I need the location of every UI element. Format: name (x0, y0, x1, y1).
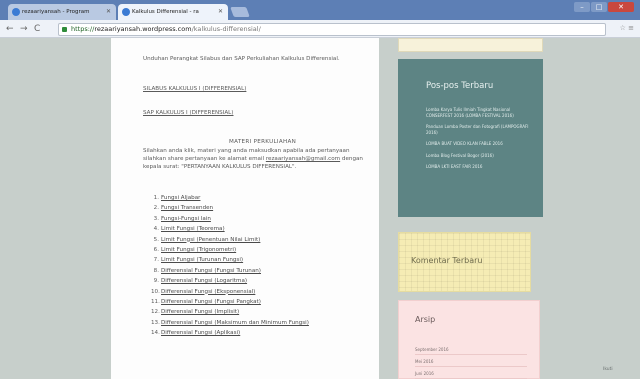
topic-link[interactable]: Limit Fungsi (Penentuan Nilai Limit) (161, 237, 260, 243)
back-arrow-icon[interactable]: ← (6, 23, 14, 35)
url-path: /kalkulus-differensial/ (191, 25, 261, 33)
list-item: 11.Differensial Fungsi (Fungsi Pangkat) (151, 298, 309, 308)
item-number: 9. (153, 278, 159, 285)
list-item: 2. Fungsi Transenden (151, 204, 309, 214)
email-link[interactable]: rezaariyansah@gmail.com (266, 156, 340, 162)
recent-post-link[interactable]: Lomba Blog Festival Bogor (2016) (426, 153, 536, 159)
browser-tab-1[interactable]: rezaariyansah - Program ✕ (8, 4, 116, 20)
item-number: 2. (153, 205, 159, 212)
list-item: 1. Fungsi Aljabar (151, 194, 309, 204)
tab-title: rezaariyansah - Program (22, 9, 90, 15)
list-item: 7. Limit Fungsi (Turunan Fungsi) (151, 256, 309, 266)
topic-link[interactable]: Differensial Fungsi (Implisit) (161, 309, 239, 315)
recent-posts-title: Pos-pos Terbaru (426, 81, 494, 91)
item-number: 4. (153, 226, 159, 233)
list-item: 8. Differensial Fungsi (Fungsi Turunan) (151, 267, 309, 277)
list-item: 13.Differensial Fungsi (Maksimum dan Min… (151, 319, 309, 329)
recent-post-link[interactable]: LOMBA BUAT VIDEO KLAN FABLE 2016 (426, 141, 536, 147)
wordpress-favicon-icon (122, 8, 130, 16)
archive-widget: Arsip September 2016 Mei 2016 Juni 2016 (398, 300, 540, 379)
article-content: Unduhan Perangkat Silabus dan SAP Perkul… (111, 38, 379, 379)
topic-link[interactable]: Fungsi-Fungsi lain (161, 216, 211, 222)
sap-link[interactable]: SAP KALKULUS I (DIFFERENSIAL) (143, 109, 234, 117)
minimize-button[interactable]: – (574, 2, 590, 12)
intro-text: Unduhan Perangkat Silabus dan SAP Perkul… (143, 56, 340, 62)
browser-tab-strip: rezaariyansah - Program ✕ Kalkulus Diffe… (0, 0, 640, 20)
bookmark-star-icon[interactable]: ☆ ≡ (620, 24, 634, 32)
topic-link[interactable]: Fungsi Aljabar (161, 195, 200, 201)
list-item: 12.Differensial Fungsi (Implisit) (151, 308, 309, 318)
topic-link[interactable]: Limit Fungsi (Teorema) (161, 226, 225, 232)
list-item: 9. Differensial Fungsi (Logaritma) (151, 277, 309, 287)
item-number: 3. (153, 215, 159, 222)
topic-link[interactable]: Differensial Fungsi (Fungsi Pangkat) (161, 299, 261, 305)
address-bar[interactable]: https://rezaariyansah.wordpress.com/kalk… (58, 23, 606, 36)
sidebar-widget-top (398, 38, 543, 52)
topic-link[interactable]: Differensial Fungsi (Aplikasi) (161, 330, 240, 336)
forward-arrow-icon[interactable]: → (20, 23, 28, 35)
item-number: 5. (153, 236, 159, 243)
recent-posts-list: Lomba Karya Tulis Ilmiah Tingkat Nasiona… (426, 107, 536, 176)
reload-icon[interactable]: C (34, 23, 40, 35)
recent-post-link[interactable]: Lomba Karya Tulis Ilmiah Tingkat Nasiona… (426, 107, 536, 118)
follow-button[interactable]: Ikuti (603, 367, 613, 372)
item-number: 11. (151, 298, 160, 305)
list-item: 14.Differensial Fungsi (Aplikasi) (151, 329, 309, 339)
url-host: rezaariyansah.wordpress.com (94, 25, 192, 33)
topic-link[interactable]: Limit Fungsi (Turunan Fungsi) (161, 257, 243, 263)
list-item: 5. Limit Fungsi (Penentuan Nilai Limit) (151, 236, 309, 246)
item-number: 7. (153, 257, 159, 264)
lock-icon (62, 27, 67, 32)
archive-link[interactable]: Juni 2016 (415, 371, 527, 379)
list-item: 4. Limit Fungsi (Teorema) (151, 225, 309, 235)
recent-posts-widget: Pos-pos Terbaru Lomba Karya Tulis Ilmiah… (398, 59, 543, 217)
url-scheme: https:// (71, 25, 95, 33)
topic-link[interactable]: Differensial Fungsi (Maksimum dan Minimu… (161, 320, 309, 326)
new-tab-button[interactable] (230, 7, 250, 17)
maximize-button[interactable]: □ (591, 2, 607, 12)
close-icon[interactable]: ✕ (218, 4, 223, 20)
archive-title: Arsip (415, 315, 436, 324)
item-number: 13. (151, 319, 160, 326)
wordpress-favicon-icon (12, 8, 20, 16)
browser-toolbar: ← → C https://rezaariyansah.wordpress.co… (0, 20, 640, 38)
tab-title: Kalkulus Differensial - ra (132, 9, 199, 15)
close-window-button[interactable]: ✕ (608, 2, 634, 12)
topic-link[interactable]: Differensial Fungsi (Logaritma) (161, 278, 247, 284)
item-number: 10. (151, 288, 160, 295)
topic-link[interactable]: Differensial Fungsi (Eksponensial) (161, 289, 255, 295)
follow-label: Ikuti (603, 367, 613, 372)
topic-link[interactable]: Fungsi Transenden (161, 205, 213, 211)
item-number: 14. (151, 330, 160, 337)
close-icon[interactable]: ✕ (106, 4, 111, 20)
recent-post-link[interactable]: LOMBA LKTI EAST FAIR 2016 (426, 164, 536, 170)
topic-link[interactable]: Differensial Fungsi (Fungsi Turunan) (161, 268, 261, 274)
recent-comments-widget: Komentar Terbaru (398, 232, 531, 292)
recent-post-link[interactable]: Panduan Lomba Poster dan Fotografi (LAMP… (426, 124, 536, 135)
archive-link[interactable]: September 2016 (415, 347, 527, 355)
silabus-link[interactable]: SILABUS KALKULUS I (DIFFERENSIAL) (143, 85, 246, 93)
list-item: 3. Fungsi-Fungsi lain (151, 215, 309, 225)
archive-link[interactable]: Mei 2016 (415, 359, 527, 367)
topic-list: 1. Fungsi Aljabar 2. Fungsi Transenden 3. F… (151, 194, 309, 339)
list-item: 6. Limit Fungsi (Trigonometri) (151, 246, 309, 256)
item-number: 6. (153, 246, 159, 253)
topic-link[interactable]: Limit Fungsi (Trigonometri) (161, 247, 236, 253)
instruction-paragraph: Silahkan anda klik, materi yang anda mak… (143, 147, 369, 171)
recent-comments-title: Komentar Terbaru (411, 256, 483, 265)
materi-heading: MATERI PERKULIAHAN (229, 139, 297, 145)
item-number: 1. (153, 195, 159, 201)
item-number: 12. (151, 309, 160, 316)
item-number: 8. (153, 267, 159, 274)
window-controls: – □ ✕ (574, 2, 634, 14)
browser-tab-2[interactable]: Kalkulus Differensial - ra ✕ (118, 4, 228, 20)
list-item: 10.Differensial Fungsi (Eksponensial) (151, 288, 309, 298)
